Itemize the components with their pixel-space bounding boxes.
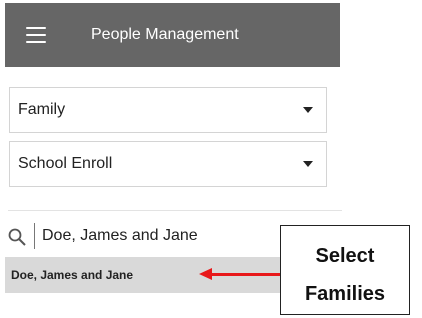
chevron-down-icon: [303, 161, 313, 167]
chevron-down-icon: [303, 107, 313, 113]
hamburger-menu-icon[interactable]: [26, 27, 46, 43]
result-label: Doe, James and Jane: [11, 268, 134, 282]
people-management-panel: People Management Family School Enroll D…: [0, 0, 422, 318]
app-header: People Management: [5, 3, 340, 67]
search-icon[interactable]: [8, 228, 26, 246]
type-select-value: Family: [18, 101, 66, 118]
type-select[interactable]: Family: [9, 87, 327, 133]
arrow-left-icon: [199, 268, 212, 280]
annotation-callout: Select Families: [280, 225, 410, 315]
search-input[interactable]: [42, 224, 282, 248]
callout-line-2: Families: [304, 283, 386, 305]
page-title: People Management: [91, 26, 239, 43]
callout-line-1: Select: [315, 245, 375, 267]
section-divider: [8, 210, 342, 211]
search-separator: [34, 223, 35, 249]
callout-arrow-line: [210, 273, 280, 276]
form-select[interactable]: School Enroll: [9, 141, 327, 187]
form-select-value: School Enroll: [18, 155, 113, 172]
search-bar: [5, 219, 315, 255]
